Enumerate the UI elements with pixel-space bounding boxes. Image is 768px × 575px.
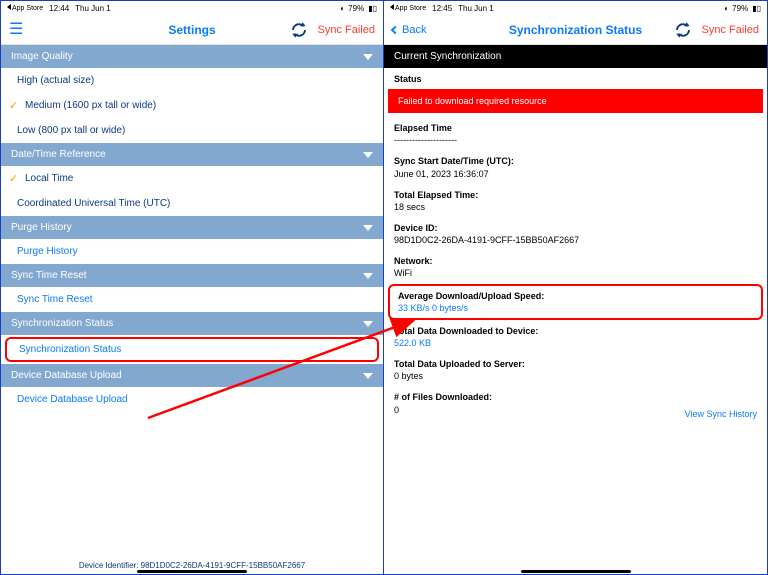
settings-content: Image Quality High (actual size) ✓Medium… [1,45,383,574]
sync-status-content: Current Synchronization Status Failed to… [384,45,767,574]
db-upload-link[interactable]: Device Database Upload [1,387,383,412]
device-identifier: Device Identifier: 98D1D0C2-26DA-4191-9C… [1,561,383,570]
battery-percent: 79% [348,4,364,13]
option-high[interactable]: High (actual size) [1,68,383,93]
section-db-upload[interactable]: Device Database Upload [1,364,383,387]
settings-pane: App Store 12:44 Thu Jun 1 ◖ 79% ▮▯ ☰ Set… [1,1,384,574]
sync-icon[interactable] [290,21,308,39]
wifi-icon: ◖ [723,4,728,13]
status-bar: App Store 12:45 Thu Jun 1 ◖ 79% ▮▯ [384,1,767,15]
network-value: WiFi [394,267,757,279]
sync-icon[interactable] [674,21,692,39]
elapsed-value: --------------------- [394,134,757,146]
menu-icon[interactable]: ☰ [9,22,23,38]
nav-bar: Back Synchronization Status Sync Failed [384,15,767,45]
check-icon: ✓ [9,172,18,185]
elapsed-label: Elapsed Time [394,122,757,134]
status-time: 12:44 [49,4,69,13]
section-sync-status[interactable]: Synchronization Status [1,312,383,335]
section-datetime[interactable]: Date/Time Reference [1,143,383,166]
battery-icon: ▮▯ [368,4,377,13]
current-sync-header: Current Synchronization [384,45,767,68]
sync-status-text[interactable]: Sync Failed [702,24,759,36]
page-title: Settings [168,23,215,37]
status-time: 12:45 [432,4,452,13]
wifi-icon: ◖ [339,4,344,13]
option-low[interactable]: Low (800 px tall or wide) [1,118,383,143]
battery-icon: ▮▯ [752,4,761,13]
device-id-value: 98D1D0C2-26DA-4191-9CFF-15BB50AF2667 [394,234,757,246]
back-to-app[interactable]: App Store [390,4,426,12]
start-label: Sync Start Date/Time (UTC): [394,155,757,167]
view-sync-history-link[interactable]: View Sync History [685,409,757,419]
avg-speed-label: Average Download/Upload Speed: [398,290,753,302]
chevron-down-icon [363,373,373,379]
battery-percent: 79% [732,4,748,13]
start-value: June 01, 2023 16:36:07 [394,168,757,180]
chevron-down-icon [363,321,373,327]
device-id-label: Device ID: [394,222,757,234]
total-elapsed-value: 18 secs [394,201,757,213]
status-bar: App Store 12:44 Thu Jun 1 ◖ 79% ▮▯ [1,1,383,15]
sync-status-pane: App Store 12:45 Thu Jun 1 ◖ 79% ▮▯ Back … [384,1,767,574]
uploaded-label: Total Data Uploaded to Server: [394,358,757,370]
chevron-down-icon [363,152,373,158]
home-indicator [521,570,631,573]
avg-speed-value: 33 KB/s 0 bytes/s [398,302,753,314]
sync-time-reset-link[interactable]: Sync Time Reset [1,287,383,312]
files-label: # of Files Downloaded: [394,391,757,403]
sync-status-text[interactable]: Sync Failed [318,24,375,36]
purge-history-link[interactable]: Purge History [1,239,383,264]
status-day: Thu Jun 1 [458,4,494,13]
option-medium[interactable]: ✓Medium (1600 px tall or wide) [1,93,383,118]
downloaded-label: Total Data Downloaded to Device: [394,325,757,337]
status-label: Status [394,73,757,85]
sync-status-link[interactable]: Synchronization Status [5,337,379,362]
option-local-time[interactable]: ✓Local Time [1,166,383,191]
page-title: Synchronization Status [509,23,642,37]
option-utc[interactable]: Coordinated Universal Time (UTC) [1,191,383,216]
section-image-quality[interactable]: Image Quality [1,45,383,68]
section-sync-reset[interactable]: Sync Time Reset [1,264,383,287]
status-day: Thu Jun 1 [75,4,111,13]
check-icon: ✓ [9,99,18,112]
back-button[interactable]: Back [392,24,426,36]
section-purge[interactable]: Purge History [1,216,383,239]
total-elapsed-label: Total Elapsed Time: [394,189,757,201]
network-label: Network: [394,255,757,267]
chevron-down-icon [363,54,373,60]
error-banner: Failed to download required resource [388,89,763,113]
chevron-left-icon [391,25,399,33]
uploaded-value: 0 bytes [394,370,757,382]
chevron-down-icon [363,225,373,231]
chevron-down-icon [363,273,373,279]
downloaded-value: 522.0 KB [394,337,757,349]
back-to-app[interactable]: App Store [7,4,43,12]
home-indicator [137,570,247,573]
nav-bar: ☰ Settings Sync Failed [1,15,383,45]
